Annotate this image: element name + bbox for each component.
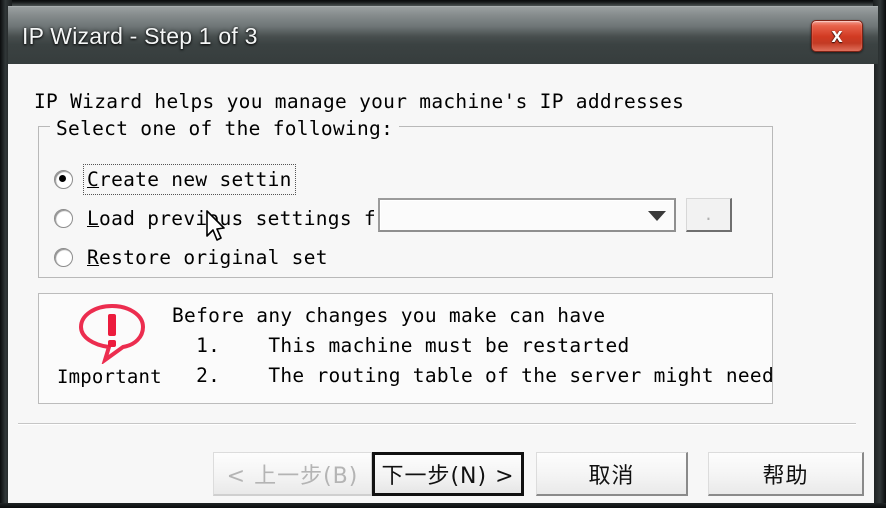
radio-option-label: Load previous settings fro <box>87 207 400 230</box>
button-bar-separator <box>18 423 856 424</box>
close-icon: x <box>831 25 843 47</box>
accel-key: R <box>87 245 100 269</box>
radio-button-indicator[interactable] <box>54 208 73 228</box>
important-line: 2. The routing table of the server might… <box>172 364 772 387</box>
warning-bubble-icon <box>78 303 146 364</box>
radio-option-text: oad previous settings fro <box>99 206 401 230</box>
radio-button-indicator[interactable] <box>54 247 73 267</box>
window-frame-bottom <box>0 503 886 508</box>
important-line: 1. This machine must be restarted <box>172 334 630 357</box>
close-button[interactable]: x <box>811 20 863 52</box>
radio-button-indicator[interactable] <box>54 169 73 189</box>
window-frame-right <box>873 0 886 508</box>
radio-option-create-new[interactable]: Create new settin <box>54 163 296 195</box>
important-text-lines: Before any changes you make can have 1. … <box>172 301 772 391</box>
cancel-button[interactable]: 取消 <box>536 452 688 496</box>
browse-button[interactable]: . <box>686 198 732 232</box>
next-button[interactable]: 下一步(N) > <box>372 452 524 496</box>
radio-option-restore-original[interactable]: Restore original set <box>54 244 328 270</box>
radio-option-label: Create new settin <box>83 163 296 195</box>
radio-option-text: reate new settin <box>99 167 292 191</box>
radio-option-load-previous[interactable]: Load previous settings fro <box>54 205 400 231</box>
intro-text: IP Wizard helps you manage your machine'… <box>34 90 685 113</box>
dialog-client-area: IP Wizard helps you manage your machine'… <box>8 64 874 503</box>
window-title: IP Wizard - Step 1 of 3 <box>22 23 258 49</box>
radio-option-label: Restore original set <box>87 246 328 269</box>
radio-option-text: estore original set <box>99 245 328 269</box>
accel-key: L <box>87 206 100 230</box>
help-button[interactable]: 帮助 <box>708 452 864 496</box>
back-button[interactable]: < 上一步(B) <box>213 452 373 496</box>
accel-key: C <box>87 167 100 191</box>
important-label: Important <box>57 366 162 388</box>
previous-settings-combobox[interactable] <box>378 198 676 232</box>
important-notice-box: Important Before any changes you make ca… <box>38 293 773 404</box>
important-line: Before any changes you make can have <box>172 304 606 327</box>
title-bar[interactable]: IP Wizard - Step 1 of 3 x <box>8 6 878 64</box>
options-group-legend: Select one of the following: <box>50 117 400 140</box>
dialog-window: IP Wizard - Step 1 of 3 x IP Wizard help… <box>0 0 886 508</box>
chevron-down-icon[interactable] <box>643 203 671 229</box>
